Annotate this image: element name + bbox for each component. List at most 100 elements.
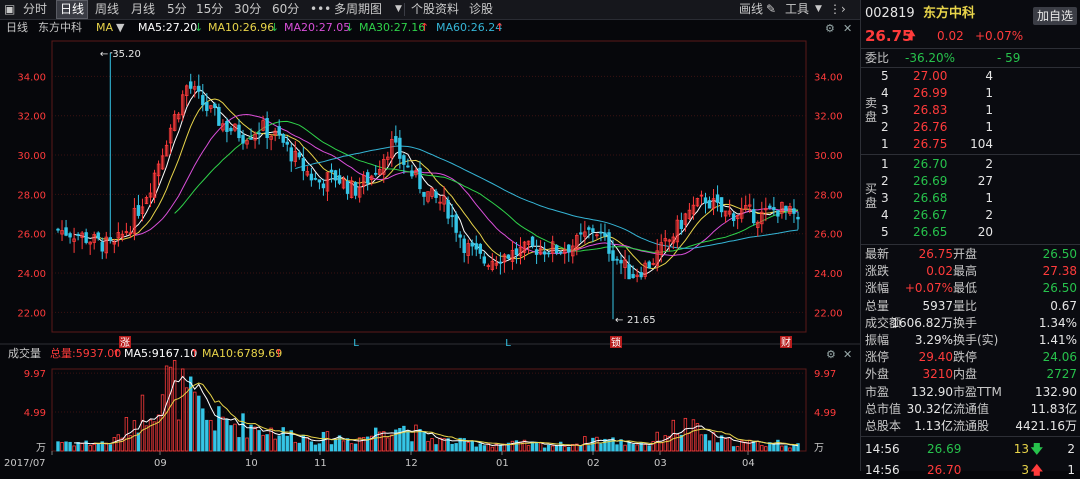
tab-5min[interactable]: 5分: [164, 1, 190, 18]
stock-profile-button[interactable]: 个股资料: [408, 1, 462, 18]
pen-icon[interactable]: ✎: [763, 1, 779, 18]
candle-body: [229, 127, 233, 132]
tab-monthly[interactable]: 月线: [128, 1, 158, 18]
candle-body: [715, 194, 720, 203]
volume-bar: [744, 441, 748, 452]
candle-body: [719, 197, 724, 213]
buy-row[interactable]: 3 26.68 1: [861, 190, 1080, 207]
volume-bar: [687, 433, 692, 452]
level-price: 26.67: [913, 208, 948, 222]
sell-row[interactable]: 1 26.75 104: [861, 136, 1080, 153]
tab-30min[interactable]: 30分: [231, 1, 264, 18]
volume-bar: [293, 441, 297, 452]
volume-bar: [116, 434, 121, 452]
candle-body: [345, 180, 350, 194]
arrow-up-icon: 🠝: [907, 28, 917, 44]
volume-bar: [76, 442, 80, 452]
weibi-diff: - 59: [997, 51, 1021, 65]
stat-value: 0.67: [1050, 298, 1077, 313]
level-index: 4: [881, 208, 889, 222]
tab-60min[interactable]: 60分: [269, 1, 302, 18]
candle-body: [506, 254, 511, 259]
arrow-up-icon: ↑: [420, 21, 429, 34]
sidebar-toggle-icon[interactable]: ▣: [1, 1, 18, 18]
volume-bar: [56, 441, 60, 452]
sell-row[interactable]: 3 26.83 1: [861, 102, 1080, 119]
candle-body: [197, 85, 201, 92]
add-watchlist-button[interactable]: 加自选: [1032, 7, 1077, 25]
volume-bar: [60, 442, 64, 452]
volume-bar: [719, 435, 724, 452]
volume-bar: [357, 437, 362, 452]
volume-bar: [735, 446, 740, 452]
stat-row: 振幅 3.29% 换手(实) 1.41%: [861, 332, 1080, 349]
candle-body: [631, 273, 635, 279]
sell-row[interactable]: 2 26.76 1: [861, 119, 1080, 136]
chevron-down-icon[interactable]: ▼: [116, 21, 125, 34]
volume-bar: [108, 444, 112, 452]
price-tick-label: 32.00: [17, 112, 46, 123]
stat-value: 29.40: [918, 350, 953, 365]
close-icon[interactable]: ✕: [843, 22, 852, 35]
close-icon[interactable]: ✕: [843, 348, 852, 361]
indicator-select[interactable]: MA: [96, 21, 113, 34]
buy-row[interactable]: 5 26.65 20: [861, 224, 1080, 241]
settings-icon[interactable]: ⚙: [825, 22, 835, 35]
buy-row[interactable]: 4 26.67 2: [861, 207, 1080, 224]
candle-body: [217, 106, 221, 126]
stat-row: 涨跌 0.02 最高 27.38: [861, 263, 1080, 280]
candle-body: [329, 169, 334, 173]
tab-weekly[interactable]: 周线: [92, 1, 122, 18]
stat-label: 流通值: [953, 401, 990, 416]
volume-bar: [297, 442, 302, 452]
multi-period-button[interactable]: 多周期图: [331, 1, 385, 18]
stat-label: 最新: [865, 247, 890, 261]
candle-body: [108, 237, 112, 241]
candle-body: [96, 232, 100, 239]
stat-label: 换手(实): [953, 333, 999, 347]
settings-icon[interactable]: ⚙: [826, 348, 836, 361]
volume-bar: [281, 427, 285, 452]
collapse-panel-icon[interactable]: ›: [838, 1, 849, 18]
level-volume: 20: [977, 225, 993, 239]
volume-bar: [784, 445, 788, 452]
tab-15min[interactable]: 15分: [193, 1, 226, 18]
buy-row[interactable]: 2 26.69 27: [861, 173, 1080, 190]
stat-value: 0.02: [926, 264, 953, 279]
volume-bar: [671, 419, 676, 452]
volume-bar: [390, 434, 394, 452]
volume-bar: [337, 435, 342, 452]
diagnose-button[interactable]: 诊股: [466, 1, 496, 18]
chevron-down-icon[interactable]: ▼: [812, 1, 825, 18]
stat-value: +0.07%: [904, 281, 953, 296]
stat-value: 1.34%: [1038, 315, 1077, 330]
volume-bar: [723, 438, 728, 452]
sell-row[interactable]: 5 27.00 4: [861, 68, 1080, 85]
volume-bar: [534, 441, 539, 452]
buy-row[interactable]: 1 26.70 2: [861, 156, 1080, 173]
arrow-down-icon: ↓: [270, 21, 279, 34]
kline-chart[interactable]: 34.00 34.00 32.00 32.00 30.00 30.00 28.00 28.00…: [0, 19, 860, 471]
volume-bar: [731, 446, 736, 452]
volume-bar: [422, 431, 426, 452]
sell-row[interactable]: 4 26.99 1: [861, 85, 1080, 102]
tools-button[interactable]: 工具: [782, 1, 812, 18]
stat-value: 5937: [922, 298, 953, 313]
volume-bar: [510, 440, 515, 452]
draw-line-button[interactable]: 画线: [736, 1, 766, 18]
volume-bar: [715, 442, 720, 452]
ma30-line: [174, 120, 799, 253]
level-price: 26.70: [913, 157, 948, 171]
tab-intraday[interactable]: 分时: [20, 1, 50, 18]
volume-bar: [627, 442, 631, 452]
candle-body: [201, 95, 205, 106]
candle-body: [289, 147, 293, 162]
level-price: 26.65: [913, 225, 948, 239]
tick-volume: 13: [1013, 442, 1029, 456]
stat-row: 涨幅 +0.07% 最低 26.50: [861, 280, 1080, 297]
volume-tick-label: 9.97: [24, 369, 46, 380]
price-change-pct: +0.07%: [975, 29, 1024, 43]
chevron-down-icon[interactable]: ▼: [392, 1, 405, 18]
volume-bar: [446, 438, 450, 452]
tab-daily[interactable]: 日线: [56, 0, 89, 19]
